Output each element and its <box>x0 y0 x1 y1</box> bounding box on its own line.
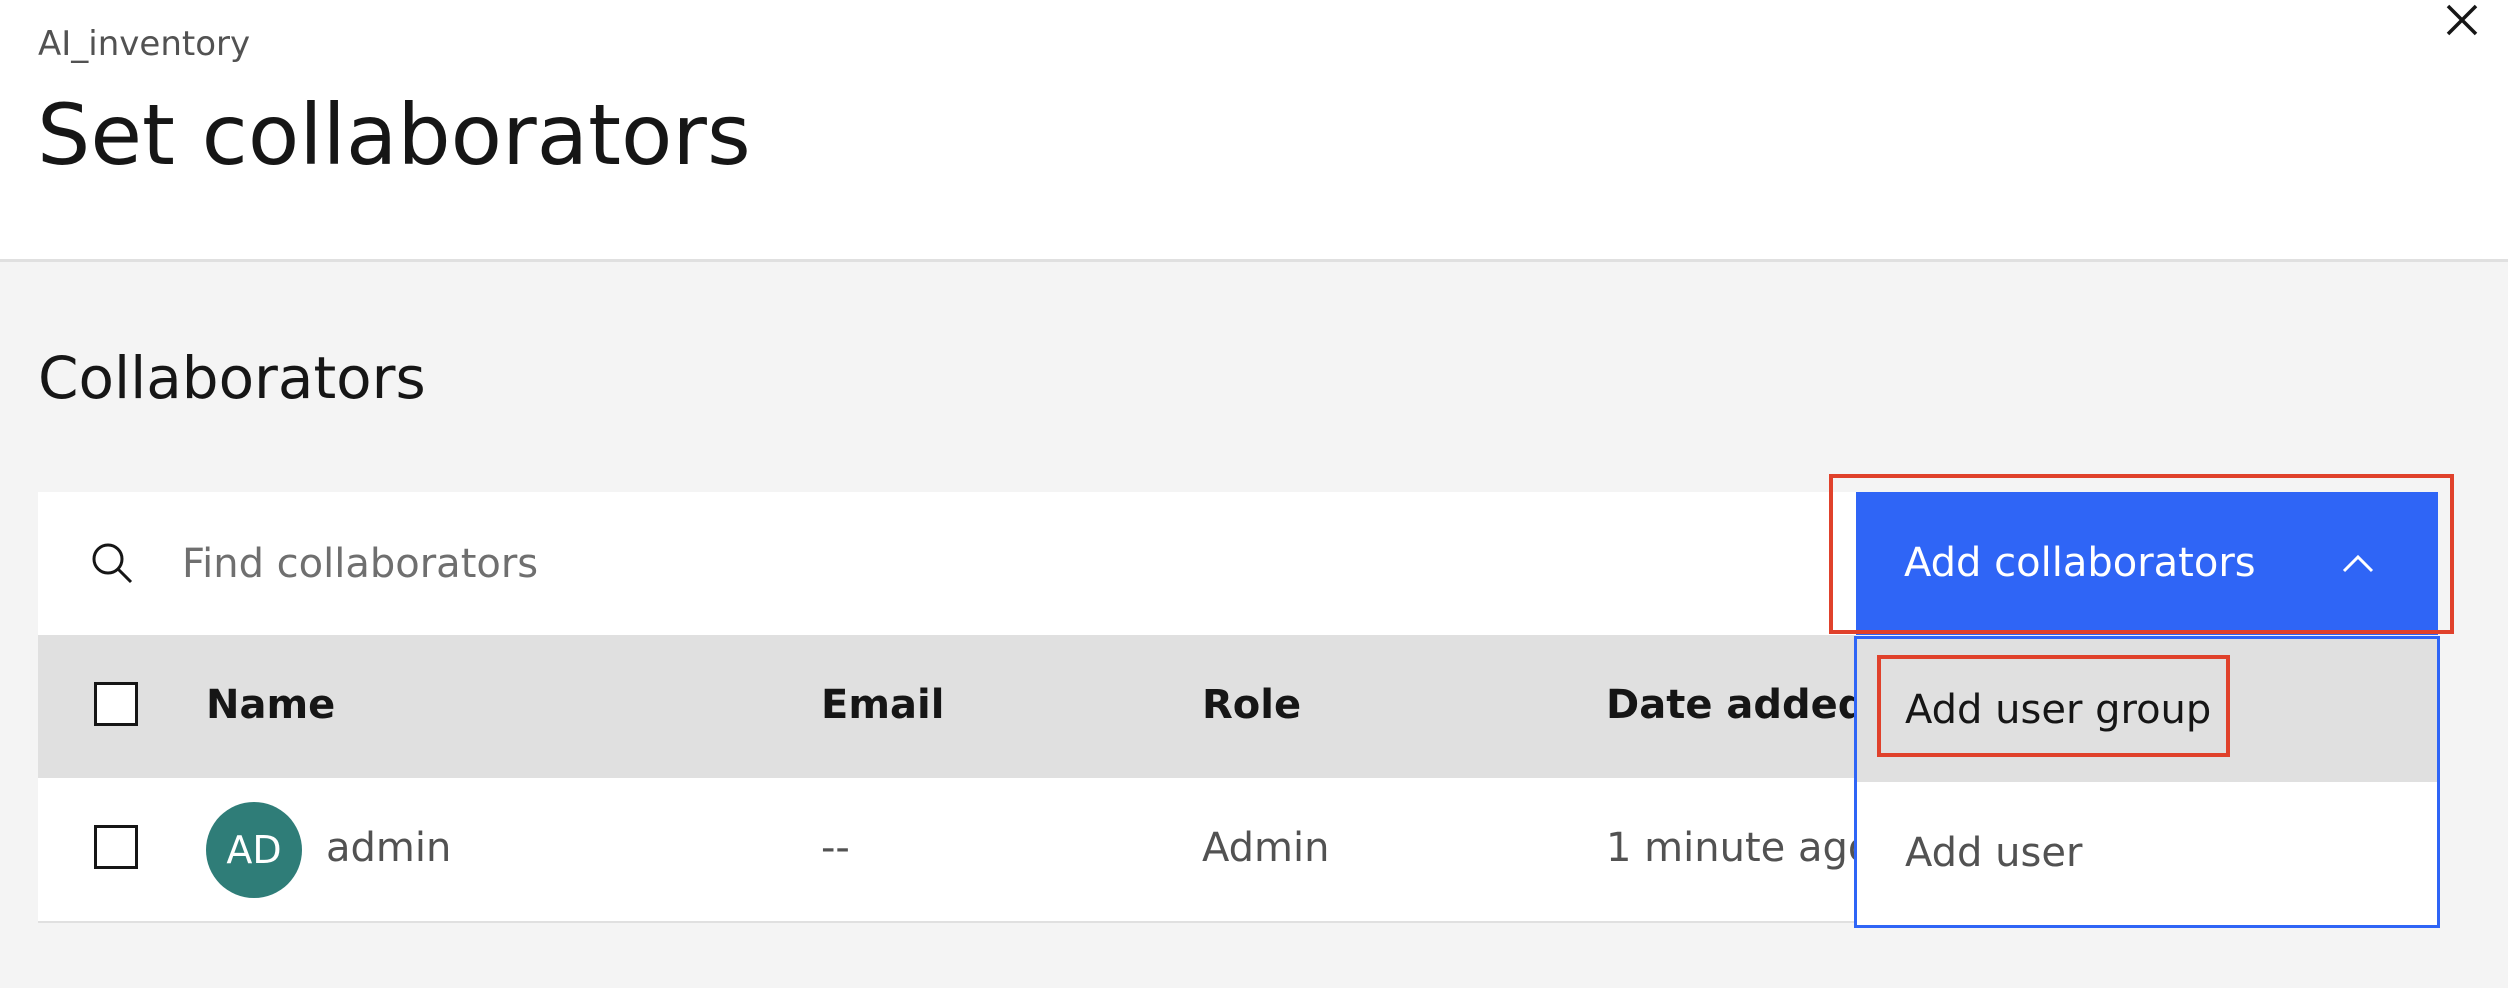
menu-item-label: Add user group <box>1905 687 2212 733</box>
menu-item-add-user[interactable]: Add user <box>1857 782 2437 925</box>
table-header: Name Email Role Date added <box>38 635 1866 778</box>
chevron-up-icon <box>2342 554 2374 573</box>
search-input[interactable] <box>158 520 1358 608</box>
table-toolbar <box>38 492 1856 635</box>
row-date-added: 1 minute ago <box>1606 825 1873 871</box>
row-checkbox[interactable] <box>94 825 138 869</box>
column-header-email[interactable]: Email <box>821 680 944 730</box>
panel-header: AI_inventory Set collaborators <box>0 0 2508 262</box>
row-email: -- <box>821 825 850 871</box>
column-header-name[interactable]: Name <box>206 680 335 730</box>
row-name: admin <box>326 825 452 871</box>
close-button[interactable] <box>2440 0 2484 44</box>
column-header-role[interactable]: Role <box>1202 680 1301 730</box>
close-icon <box>2446 4 2478 36</box>
avatar: AD <box>206 802 302 898</box>
table-row: AD admin -- Admin 1 minute ago <box>38 778 1872 923</box>
menu-item-add-user-group[interactable]: Add user group <box>1857 639 2437 782</box>
select-all-checkbox[interactable] <box>94 682 138 726</box>
add-collaborators-button[interactable]: Add collaborators <box>1856 492 2438 635</box>
add-collaborators-label: Add collaborators <box>1904 540 2256 586</box>
page-title: Set collaborators <box>37 86 751 184</box>
column-header-date-added[interactable]: Date added <box>1606 680 1866 730</box>
section-title: Collaborators <box>38 344 426 412</box>
row-role: Admin <box>1202 825 1330 871</box>
add-collaborators-menu: Add user group Add user <box>1854 636 2440 928</box>
search-icon <box>92 543 133 584</box>
breadcrumb[interactable]: AI_inventory <box>38 22 250 66</box>
menu-item-label: Add user <box>1905 830 2083 876</box>
